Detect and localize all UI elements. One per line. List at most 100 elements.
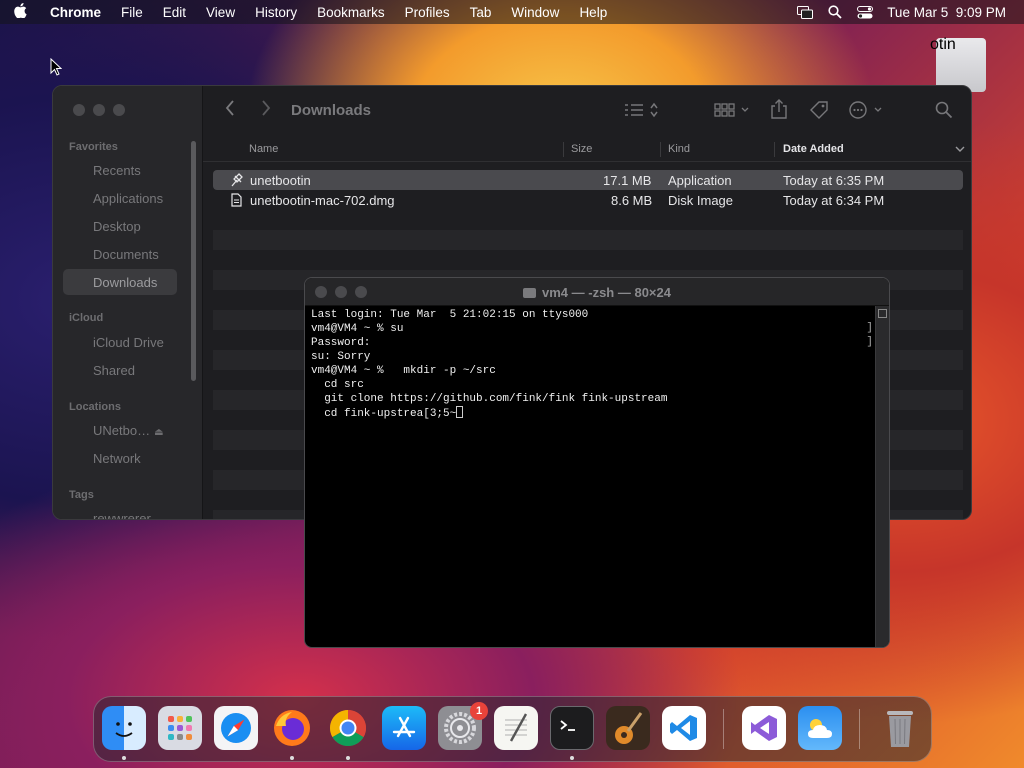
terminal-window[interactable]: vm4 — -zsh — 80×24 Last login: Tue Mar 5…	[304, 277, 890, 648]
column-name[interactable]: Name	[249, 143, 278, 155]
terminal-dock-icon[interactable]	[550, 706, 594, 750]
window-controls	[73, 104, 125, 116]
column-date-added[interactable]: Date Added	[783, 143, 844, 155]
terminal-line: cd fink-upstrea[3;5~	[311, 408, 457, 420]
share-icon[interactable]	[771, 99, 787, 124]
sidebar-item-recents[interactable]: Recents	[93, 163, 141, 178]
dock-separator	[859, 709, 860, 749]
text-cursor	[456, 406, 464, 418]
file-size: 8.6 MB	[611, 193, 653, 208]
chrome-dock-icon[interactable]	[326, 706, 370, 750]
sidebar-item-network[interactable]: Network	[93, 451, 141, 466]
sidebar-item-unetbootin-volume[interactable]: UNetbo… ⏏	[93, 423, 164, 438]
running-indicator	[290, 756, 294, 760]
forward-button[interactable]	[261, 99, 271, 122]
running-indicator	[122, 756, 126, 760]
sidebar-item-desktop[interactable]: Desktop	[93, 219, 141, 234]
control-center-icon[interactable]	[857, 5, 874, 19]
dock-separator	[723, 709, 724, 749]
table-row[interactable]: unetbootin 17.1 MB Application Today at …	[213, 170, 963, 190]
garageband-dock-icon[interactable]	[606, 706, 650, 750]
more-actions-icon[interactable]	[849, 101, 885, 124]
sidebar-item-shared[interactable]: Shared	[93, 363, 135, 378]
menu-bookmarks[interactable]: Bookmarks	[307, 5, 395, 20]
app-store-dock-icon[interactable]	[382, 706, 426, 750]
safari-dock-icon[interactable]	[214, 706, 258, 750]
visual-studio-dock-icon[interactable]	[742, 706, 786, 750]
sidebar-item-downloads[interactable]: Downloads	[93, 275, 157, 290]
finder-sidebar: Favorites Recents Applications Desktop D…	[53, 86, 203, 519]
screen-mirroring-icon[interactable]	[797, 5, 814, 19]
sidebar-item-label: UNetbo…	[93, 423, 151, 438]
terminal-title: vm4 — -zsh — 80×24	[305, 285, 889, 300]
mouse-pointer-icon	[50, 57, 63, 81]
menu-app-name[interactable]: Chrome	[40, 5, 111, 20]
table-row[interactable]: unetbootin-mac-702.dmg 8.6 MB Disk Image…	[213, 190, 963, 210]
weather-dock-icon[interactable]	[798, 706, 842, 750]
apple-menu-icon[interactable]	[0, 2, 40, 22]
finder-dock-icon[interactable]	[102, 706, 146, 750]
menubar-clock[interactable]: Tue Mar 5 9:09 PM	[887, 5, 1006, 20]
menu-tab[interactable]: Tab	[460, 5, 502, 20]
zoom-button[interactable]	[113, 104, 125, 116]
terminal-output[interactable]: Last login: Tue Mar 5 21:02:15 on ttys00…	[311, 308, 871, 421]
menu-help[interactable]: Help	[569, 5, 617, 20]
list-view-icon[interactable]	[625, 102, 659, 123]
sidebar-item-documents[interactable]: Documents	[93, 247, 159, 262]
terminal-line: vm4@VM4 ~ % mkdir -p ~/src	[311, 365, 496, 377]
dock: 1	[93, 696, 932, 762]
menu-view[interactable]: View	[196, 5, 245, 20]
file-name: unetbootin-mac-702.dmg	[250, 193, 395, 208]
file-size: 17.1 MB	[603, 173, 652, 188]
split-pane-icon[interactable]	[878, 309, 887, 318]
menu-profiles[interactable]: Profiles	[395, 5, 460, 20]
terminal-line: Password:	[311, 337, 371, 349]
group-by-icon[interactable]	[714, 102, 750, 123]
vscode-dock-icon[interactable]	[662, 706, 706, 750]
firefox-dock-icon[interactable]	[270, 706, 314, 750]
sidebar-item-applications[interactable]: Applications	[93, 191, 163, 206]
eject-icon[interactable]: ⏏	[154, 427, 163, 438]
minimize-button[interactable]	[93, 104, 105, 116]
document-icon	[231, 193, 243, 207]
terminal-titlebar[interactable]: vm4 — -zsh — 80×24	[305, 278, 889, 306]
textedit-dock-icon[interactable]	[494, 706, 538, 750]
terminal-line: cd src	[311, 379, 364, 391]
file-name: unetbootin	[250, 173, 311, 188]
column-kind[interactable]: Kind	[668, 143, 690, 155]
menu-history[interactable]: History	[245, 5, 307, 20]
mark-bracket: ]	[866, 322, 873, 334]
close-button[interactable]	[73, 104, 85, 116]
sidebar-section-locations: Locations	[69, 401, 121, 413]
sidebar-section-tags: Tags	[69, 489, 94, 501]
search-icon[interactable]	[935, 101, 953, 124]
back-button[interactable]	[225, 99, 235, 122]
empty-row-stripe	[213, 230, 963, 250]
sidebar-section-favorites: Favorites	[69, 141, 118, 153]
spotlight-search-icon[interactable]	[827, 5, 843, 19]
mark-bracket: ]	[866, 336, 873, 348]
terminal-line: Last login: Tue Mar 5 21:02:15 on ttys00…	[311, 309, 589, 321]
application-icon	[231, 173, 243, 187]
sidebar-item-icloud-drive[interactable]: iCloud Drive	[93, 335, 164, 350]
file-date-added: Today at 6:34 PM	[783, 193, 885, 208]
menu-file[interactable]: File	[111, 5, 153, 20]
menu-bar: Chrome File Edit View History Bookmarks …	[0, 0, 1024, 24]
launchpad-dock-icon[interactable]	[158, 706, 202, 750]
tag-icon[interactable]	[809, 100, 829, 125]
sidebar-item-tag[interactable]: rewwrerer	[93, 511, 151, 519]
terminal-line-with-cursor: cd fink-upstrea[3;5~	[311, 406, 871, 421]
terminal-title-text: vm4 — -zsh — 80×24	[542, 285, 671, 300]
folder-icon	[523, 288, 536, 298]
menu-window[interactable]: Window	[501, 5, 569, 20]
terminal-scrollbar[interactable]	[875, 306, 889, 647]
column-size[interactable]: Size	[571, 143, 592, 155]
menu-edit[interactable]: Edit	[153, 5, 196, 20]
trash-dock-icon[interactable]	[878, 706, 922, 750]
running-indicator	[570, 756, 574, 760]
sidebar-scrollbar[interactable]	[191, 141, 196, 381]
column-header: Name Size Kind Date Added	[203, 138, 971, 162]
sort-descending-icon[interactable]	[955, 144, 965, 156]
terminal-line: vm4@VM4 ~ % su	[311, 323, 404, 335]
file-date-added: Today at 6:35 PM	[783, 173, 885, 188]
